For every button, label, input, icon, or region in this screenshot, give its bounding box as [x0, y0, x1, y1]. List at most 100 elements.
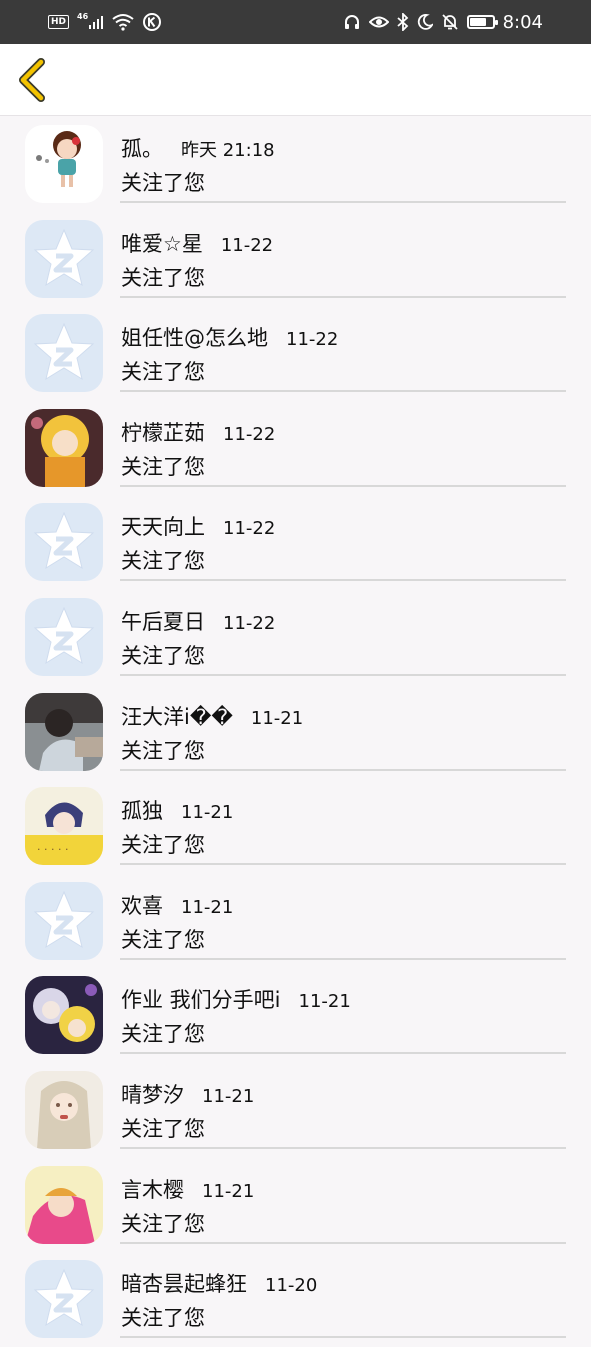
timestamp: 11-22 [223, 518, 276, 540]
name-line: 孤独 11-21 [121, 795, 233, 823]
default-avatar[interactable] [25, 314, 103, 393]
timestamp: 11-21 [181, 896, 234, 918]
action-text: 关注了您 [121, 549, 205, 574]
anime-pink-avatar[interactable] [25, 1165, 103, 1244]
notification-item[interactable]: 汪大洋i�� 11-21 关注了您 [0, 685, 591, 780]
name-line: 午后夏日 11-22 [121, 606, 275, 634]
notification-item[interactable]: 暗杏昙起蜂狂 11-20 关注了您 [0, 1252, 591, 1347]
name-line: 姐任性@怎么地 11-22 [121, 322, 338, 350]
divider [120, 201, 566, 203]
photo-avatar[interactable] [25, 692, 103, 771]
hd-icon: HD [48, 15, 70, 29]
timestamp: 11-21 [181, 802, 234, 824]
timestamp: 11-22 [286, 329, 339, 351]
vpn-k-icon [142, 12, 162, 32]
action-text: 关注了您 [121, 738, 205, 763]
timestamp: 11-21 [202, 1085, 255, 1107]
notification-list: 孤。 昨天 21:18 关注了您 唯爱☆星 11-22 关注了您 姐任性@怎么地… [0, 117, 591, 1347]
anime-white-avatar[interactable] [25, 1070, 103, 1149]
divider [120, 863, 566, 866]
name-line: 言木樱 11-21 [121, 1174, 254, 1202]
timestamp: 昨天 21:18 [181, 140, 275, 161]
user-name[interactable]: 暗杏昙起蜂狂 [121, 1268, 247, 1298]
name-line: 欢喜 11-21 [121, 890, 233, 918]
name-line: 柠檬芷茹 11-22 [121, 417, 275, 445]
action-text: 关注了您 [121, 1306, 205, 1331]
cartoon-girl-avatar[interactable] [25, 125, 103, 203]
notification-item[interactable]: 欢喜 11-21 关注了您 [0, 874, 591, 969]
network-type: 46 [77, 11, 89, 21]
user-name[interactable]: 作业 我们分手吧i [121, 984, 281, 1014]
action-text: 关注了您 [121, 643, 205, 668]
user-name[interactable]: 言木樱 [121, 1174, 184, 1204]
status-left: HD 46 [48, 12, 162, 32]
timestamp: 11-21 [202, 1180, 255, 1202]
user-name[interactable]: 欢喜 [121, 890, 163, 920]
divider [120, 390, 566, 393]
notification-item[interactable]: 姐任性@怎么地 11-22 关注了您 [0, 306, 591, 401]
timestamp: 11-22 [223, 612, 276, 634]
action-text: 关注了您 [121, 1116, 205, 1141]
divider [120, 1336, 566, 1339]
timestamp: 11-20 [265, 1275, 318, 1297]
battery-icon [466, 15, 498, 29]
timestamp: 11-22 [223, 423, 276, 445]
action-text: 关注了您 [121, 454, 205, 479]
name-line: 汪大洋i�� 11-21 [121, 701, 303, 729]
notification-item[interactable]: · · · · · 孤独 11-21 关注了您 [0, 779, 591, 874]
notification-item[interactable]: 天天向上 11-22 关注了您 [0, 495, 591, 590]
user-name[interactable]: 午后夏日 [121, 606, 205, 636]
name-line: 作业 我们分手吧i 11-21 [121, 984, 351, 1012]
name-line: 暗杏昙起蜂狂 11-20 [121, 1268, 317, 1296]
notification-item[interactable]: 午后夏日 11-22 关注了您 [0, 590, 591, 685]
default-avatar[interactable] [25, 1260, 103, 1339]
notification-item[interactable]: 柠檬芷茹 11-22 关注了您 [0, 401, 591, 496]
divider [120, 1241, 566, 1244]
divider [120, 673, 566, 676]
timestamp: 11-21 [250, 707, 304, 729]
status-right: 8:04 [343, 12, 543, 33]
user-name[interactable]: 柠檬芷茹 [121, 417, 205, 447]
notification-item[interactable]: 唯爱☆星 11-22 关注了您 [0, 212, 591, 307]
divider [120, 1052, 566, 1055]
notification-item[interactable]: 言木樱 11-21 关注了您 [0, 1158, 591, 1253]
user-name[interactable]: 天天向上 [121, 511, 205, 541]
anime-boy-avatar[interactable]: · · · · · [25, 787, 103, 866]
user-name[interactable]: 孤。 [121, 133, 163, 163]
action-text: 关注了您 [121, 1211, 205, 1236]
divider [120, 295, 566, 298]
wifi-icon [112, 13, 134, 31]
default-avatar[interactable] [25, 881, 103, 960]
notification-item[interactable]: 作业 我们分手吧i 11-21 关注了您 [0, 968, 591, 1063]
notification-item[interactable]: 晴梦汐 11-21 关注了您 [0, 1063, 591, 1158]
name-line: 晴梦汐 11-21 [121, 1079, 254, 1107]
user-name[interactable]: 唯爱☆星 [121, 228, 203, 258]
action-text: 关注了您 [121, 360, 205, 385]
moon-icon [417, 14, 433, 30]
divider [120, 1146, 566, 1149]
default-avatar[interactable] [25, 503, 103, 582]
default-avatar[interactable] [25, 597, 103, 676]
user-name[interactable]: 晴梦汐 [121, 1079, 184, 1109]
clock: 8:04 [502, 11, 543, 33]
bell-muted-icon [441, 13, 459, 31]
action-text: 关注了您 [121, 927, 205, 952]
bluetooth-icon [396, 13, 409, 31]
status-bar: HD 46 8:04 [0, 0, 591, 44]
user-name[interactable]: 姐任性@怎么地 [121, 322, 268, 352]
user-name[interactable]: 孤独 [121, 795, 163, 825]
anime-purple-avatar[interactable] [25, 976, 103, 1055]
signal-icon: 46 [77, 11, 104, 30]
timestamp: 11-22 [220, 234, 274, 256]
divider [120, 768, 566, 771]
svg-text:· · · · ·: · · · · · [37, 843, 68, 856]
name-line: 孤。 昨天 21:18 [121, 133, 275, 161]
eye-icon [368, 14, 389, 30]
divider [120, 484, 566, 487]
anime-blonde-avatar[interactable] [25, 408, 103, 487]
default-avatar[interactable] [25, 219, 103, 298]
back-button[interactable] [12, 56, 52, 104]
divider [120, 957, 566, 960]
notification-item[interactable]: 孤。 昨天 21:18 关注了您 [0, 117, 591, 212]
user-name[interactable]: 汪大洋i�� [121, 701, 233, 731]
